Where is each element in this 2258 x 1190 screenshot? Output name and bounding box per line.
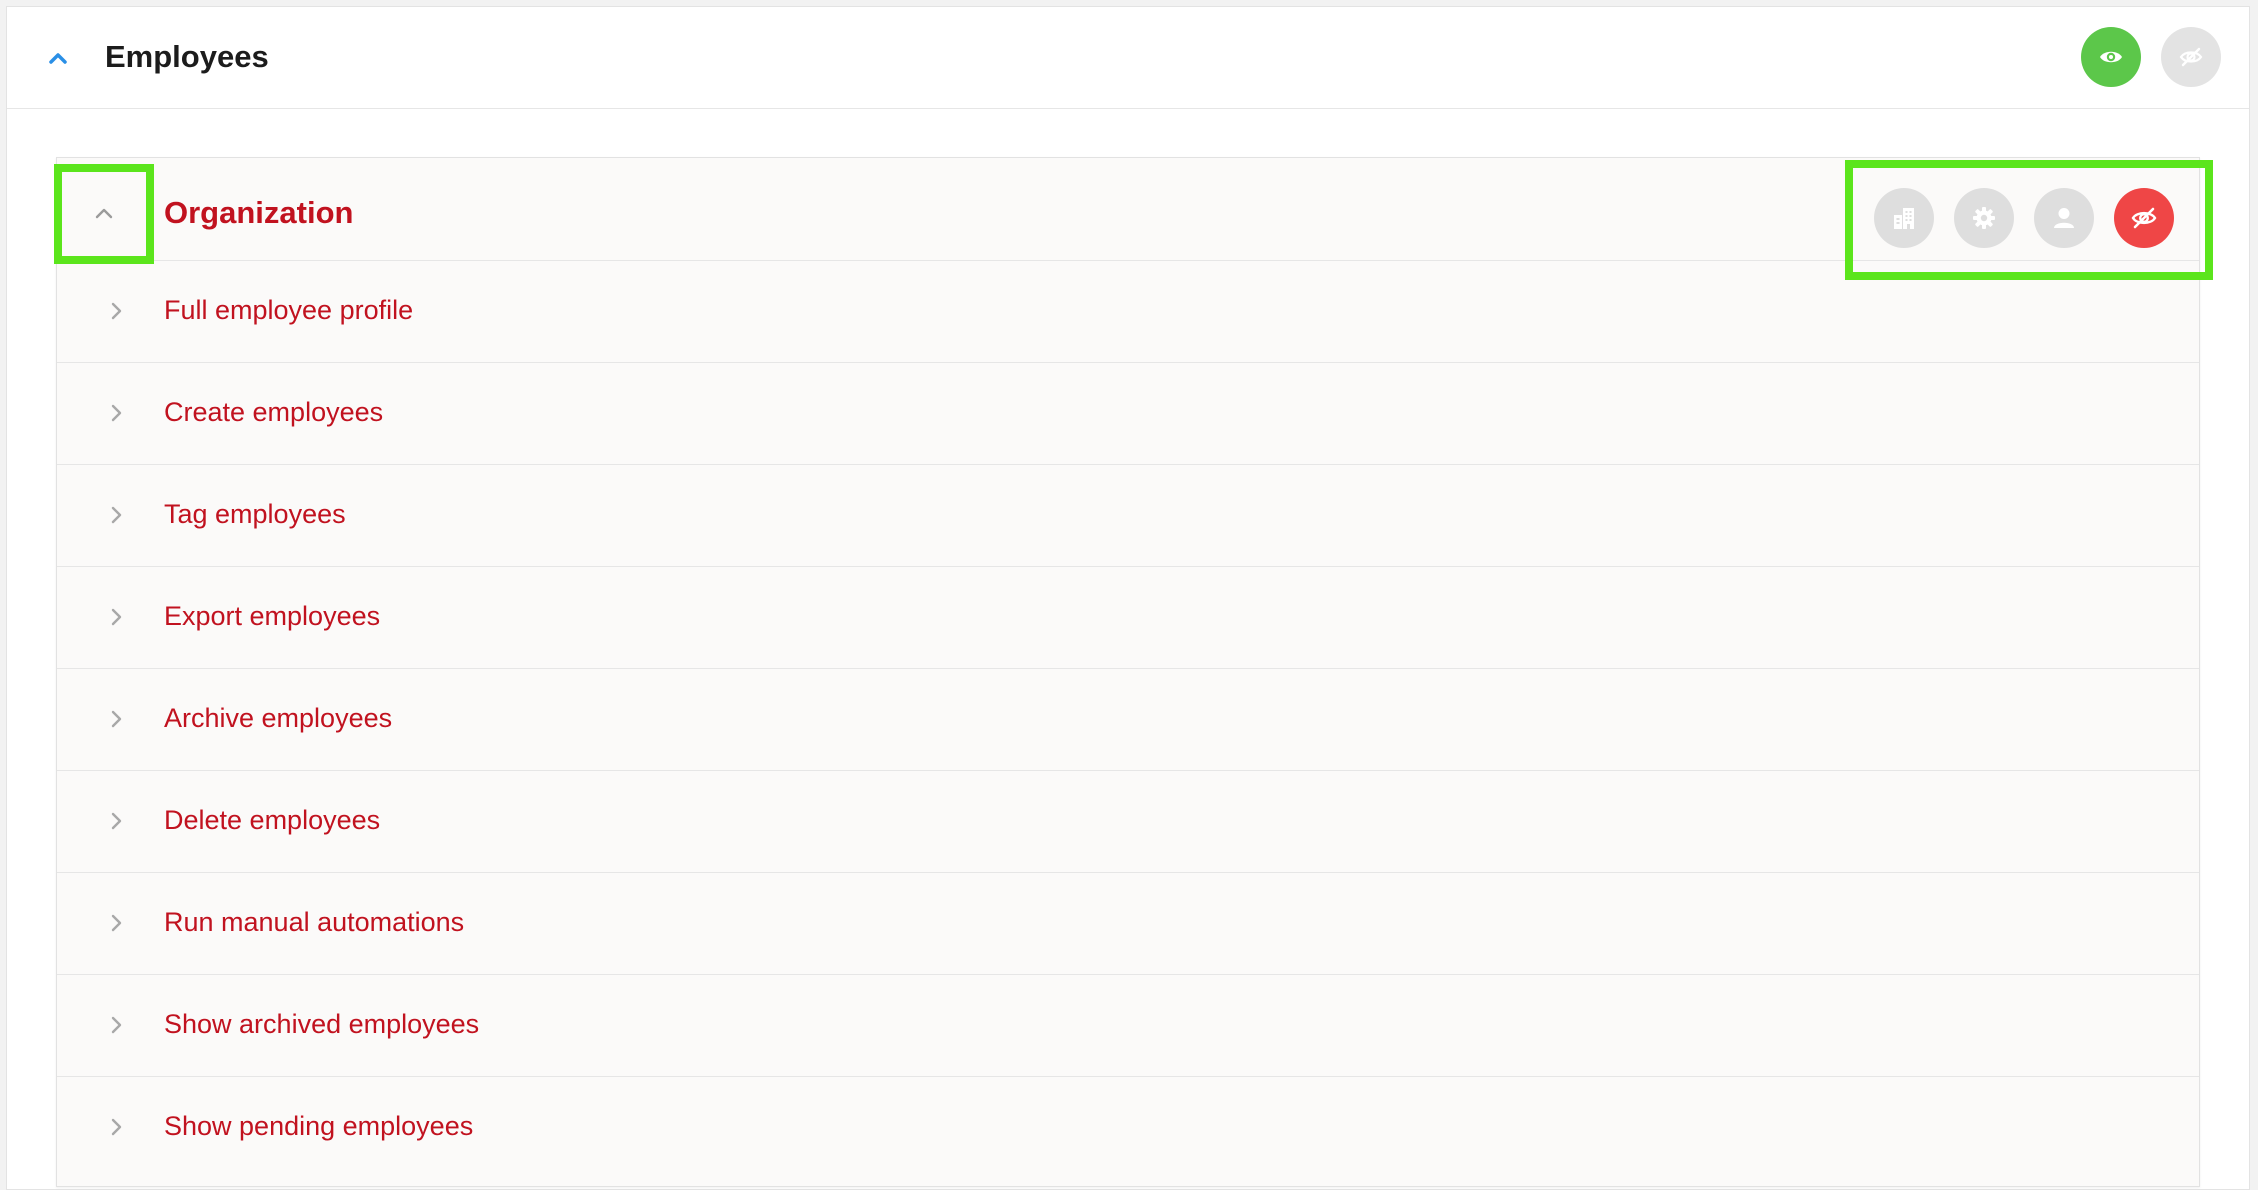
- employees-panel: Employees Organization Full employee pro…: [6, 6, 2250, 1190]
- list-item-label: Export employees: [164, 601, 381, 631]
- chevron-up-icon: [95, 208, 113, 219]
- chevron-right-icon: [111, 914, 122, 932]
- list-item[interactable]: Show archived employees: [57, 974, 2199, 1077]
- list-item[interactable]: Full employee profile: [57, 260, 2199, 363]
- hide-all-button[interactable]: [2161, 27, 2221, 87]
- list-item-label: Full employee profile: [164, 295, 414, 325]
- organization-section: Organization Full employee profile Creat…: [54, 157, 2213, 1187]
- list-item-label: Run manual automations: [164, 907, 465, 937]
- list-item-label: Create employees: [164, 397, 384, 427]
- self-scope-button[interactable]: [2034, 188, 2094, 248]
- list-item[interactable]: Create employees: [57, 362, 2199, 465]
- user-icon: [2054, 208, 2074, 228]
- gear-icon: [1973, 207, 1995, 229]
- list-item-label: Archive employees: [164, 703, 393, 733]
- chevron-right-icon: [111, 302, 122, 320]
- list-item[interactable]: Tag employees: [57, 464, 2199, 567]
- chevron-right-icon: [111, 404, 122, 422]
- chevron-right-icon: [111, 1016, 122, 1034]
- eye-icon: [2100, 51, 2122, 63]
- building-icon: [1894, 208, 1914, 229]
- chevron-right-icon: [111, 608, 122, 626]
- eye-slash-icon: [2131, 207, 2157, 229]
- page-title: Employees: [105, 39, 269, 74]
- show-all-button[interactable]: [2081, 27, 2141, 87]
- no-access-button[interactable]: [2114, 188, 2174, 248]
- chevron-right-icon: [111, 506, 122, 524]
- chevron-right-icon: [111, 710, 122, 728]
- list-item[interactable]: Show pending employees: [57, 1076, 2199, 1178]
- list-item-label: Show pending employees: [164, 1111, 474, 1141]
- section-header: Organization: [54, 158, 2213, 280]
- list-item[interactable]: Delete employees: [57, 770, 2199, 873]
- company-scope-button[interactable]: [1874, 188, 1934, 248]
- list-item-label: Delete employees: [164, 805, 381, 835]
- chevron-right-icon: [111, 1118, 122, 1136]
- list-item-label: Show archived employees: [164, 1009, 480, 1039]
- list-item-label: Tag employees: [164, 499, 346, 529]
- chevron-right-icon: [111, 812, 122, 830]
- eye-slash-icon: [2179, 47, 2203, 67]
- section-title: Organization: [164, 195, 354, 230]
- collapse-section-button[interactable]: [54, 164, 154, 264]
- list-item[interactable]: Export employees: [57, 566, 2199, 669]
- list-item[interactable]: Run manual automations: [57, 872, 2199, 975]
- chevron-up-icon[interactable]: [45, 45, 71, 71]
- list-item[interactable]: Archive employees: [57, 668, 2199, 771]
- settings-scope-button[interactable]: [1954, 188, 2014, 248]
- panel-header: Employees: [7, 7, 2249, 109]
